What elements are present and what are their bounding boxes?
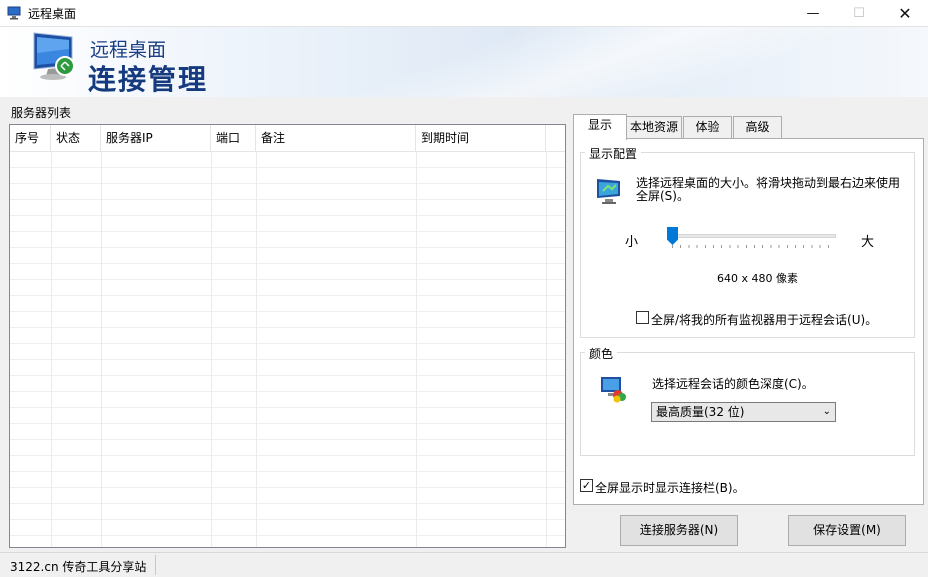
- resolution-readout: 640 x 480 像素: [717, 272, 798, 285]
- minimize-button[interactable]: —: [790, 0, 836, 27]
- column-header-note[interactable]: 备注: [256, 125, 416, 152]
- status-bar: 3122.cn 传奇工具分享站: [0, 552, 928, 577]
- chevron-down-icon: ⌄: [822, 406, 831, 417]
- tab-display[interactable]: 显示: [573, 114, 627, 140]
- save-settings-button[interactable]: 保存设置(M): [788, 515, 906, 546]
- connection-bar-label[interactable]: 全屏显示时显示连接栏(B)。: [595, 479, 745, 496]
- remote-desktop-app-icon: [7, 6, 21, 20]
- multi-monitor-checkbox[interactable]: [636, 311, 649, 324]
- banner-decoration: [280, 27, 928, 97]
- column-header-status[interactable]: 状态: [51, 125, 101, 152]
- maximize-button[interactable]: ☐: [836, 0, 882, 27]
- tab-local-resources[interactable]: 本地资源: [626, 116, 682, 138]
- display-monitor-icon: [597, 179, 620, 204]
- display-config-title: 显示配置: [585, 145, 642, 162]
- color-group-title: 颜色: [585, 345, 618, 362]
- column-divider: [101, 152, 102, 547]
- column-divider: [51, 152, 52, 547]
- title-bar: 远程桌面 — ☐ ✕: [0, 0, 928, 27]
- column-header-expiry[interactable]: 到期时间: [416, 125, 546, 152]
- column-header-server-ip[interactable]: 服务器IP: [101, 125, 211, 152]
- column-divider: [211, 152, 212, 547]
- table-body[interactable]: [10, 152, 565, 547]
- column-divider: [546, 152, 547, 547]
- status-divider: [155, 555, 156, 575]
- remote-desktop-monitor-icon: [33, 32, 75, 80]
- slider-min-label: 小: [625, 235, 639, 250]
- tab-advanced[interactable]: 高级: [733, 116, 782, 138]
- server-list-table[interactable]: 序号 状态 服务器IP 端口 备注 到期时间: [9, 124, 566, 548]
- column-divider: [256, 152, 257, 547]
- connection-bar-checkbox[interactable]: ✓: [580, 479, 593, 492]
- color-description: 选择远程会话的颜色深度(C)。: [652, 377, 814, 391]
- server-list-label: 服务器列表: [11, 106, 72, 120]
- status-text: 3122.cn 传奇工具分享站: [10, 560, 147, 574]
- slider-max-label: 大: [861, 235, 875, 250]
- window-title: 远程桌面: [28, 7, 77, 21]
- column-header-index[interactable]: 序号: [10, 125, 51, 152]
- resolution-slider-ticks: [672, 245, 836, 248]
- resolution-slider-track[interactable]: [670, 234, 836, 238]
- close-button[interactable]: ✕: [882, 0, 928, 27]
- color-depth-icon: [601, 377, 626, 403]
- multi-monitor-label[interactable]: 全屏/将我的所有监视器用于远程会话(U)。: [651, 311, 877, 328]
- table-header: 序号 状态 服务器IP 端口 备注 到期时间: [10, 125, 565, 152]
- column-divider: [416, 152, 417, 547]
- tab-experience[interactable]: 体验: [683, 116, 732, 138]
- connect-server-button[interactable]: 连接服务器(N): [620, 515, 738, 546]
- header-banner: 远程桌面 连接管理: [0, 27, 928, 97]
- banner-title: 连接管理: [88, 63, 209, 96]
- color-depth-select[interactable]: 最高质量(32 位) ⌄: [651, 402, 836, 422]
- display-description: 选择远程桌面的大小。将滑块拖动到最右边来使用全屏(S)。: [636, 176, 901, 203]
- column-header-port[interactable]: 端口: [211, 125, 256, 152]
- color-depth-value: 最高质量(32 位): [656, 405, 745, 419]
